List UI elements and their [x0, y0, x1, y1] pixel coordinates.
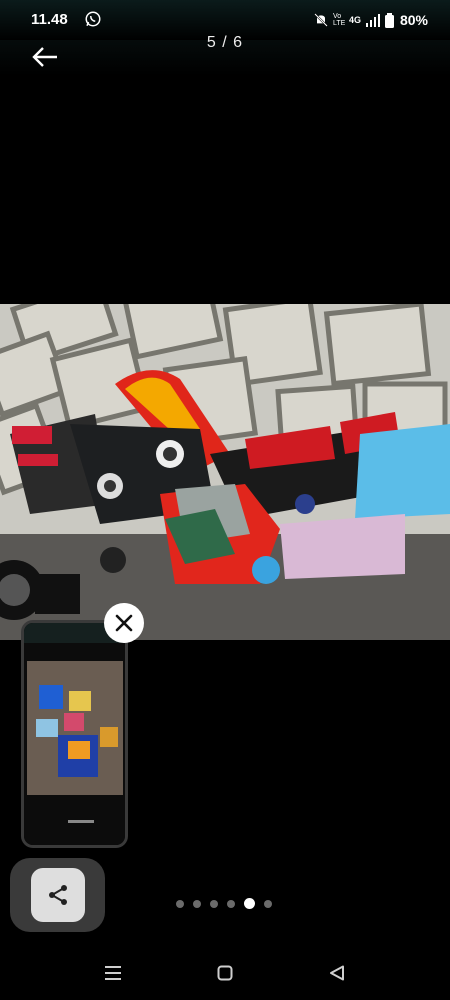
battery-icon	[384, 12, 394, 28]
back-icon	[330, 965, 344, 981]
page-dot[interactable]	[210, 899, 218, 908]
image-counter: 5 / 6	[206, 34, 244, 51]
mute-icon	[314, 13, 328, 27]
share-button[interactable]	[30, 868, 85, 922]
viewer-toolbar: 5 / 6	[0, 34, 450, 76]
whatsapp-icon	[85, 11, 101, 27]
home-icon	[217, 965, 233, 981]
share-icon	[48, 885, 67, 905]
recents-button[interactable]	[98, 960, 128, 986]
share-container	[10, 858, 105, 932]
pip-close-button[interactable]	[104, 603, 144, 643]
status-time: 11.48	[31, 11, 68, 28]
page-dot[interactable]	[176, 899, 184, 908]
pagination-dots	[176, 898, 272, 909]
recents-icon	[105, 966, 121, 980]
page-dot-active[interactable]	[244, 898, 255, 909]
battery-level: 80%	[399, 12, 428, 28]
photo-content	[0, 304, 450, 640]
page-dot[interactable]	[193, 899, 201, 908]
page-dot[interactable]	[227, 899, 235, 908]
volte-icon: Vo LTE	[332, 13, 346, 27]
pip-screen	[24, 623, 125, 845]
close-icon	[115, 614, 133, 632]
status-icons: Vo LTE 4G 80%	[313, 10, 428, 30]
page-dot[interactable]	[264, 899, 272, 908]
main-photo[interactable]	[0, 304, 450, 640]
network-type: 4G	[348, 15, 361, 25]
picture-in-picture-preview[interactable]	[21, 620, 128, 848]
home-button[interactable]	[210, 960, 240, 986]
system-navigation-bar	[0, 948, 450, 1000]
nav-back-button[interactable]	[322, 960, 352, 986]
signal-icon	[365, 14, 380, 27]
